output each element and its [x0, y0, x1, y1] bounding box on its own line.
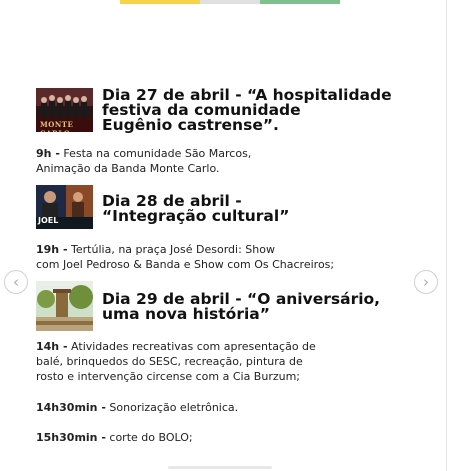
day-28-schedule: 19h - Tertúlia, na praça José Desordi: S…	[36, 243, 335, 271]
previous-slide-button[interactable]: ‹	[4, 270, 28, 294]
event-time: 9h -	[36, 147, 60, 160]
joel-pedroso-thumbnail: JOEL	[36, 185, 93, 229]
monte-carlo-band-thumbnail: MONTE CARLO	[36, 88, 93, 132]
event-time: 14h -	[36, 340, 68, 353]
day-29-activities: 14h - Atividades recreativas com apresen…	[36, 339, 316, 384]
activity-15h30: 15h30min - corte do BOLO;	[36, 431, 193, 444]
thumbnail-caption: MONTE CARLO	[40, 120, 74, 132]
chevron-left-icon: ‹	[13, 272, 19, 291]
town-square-thumbnail	[36, 281, 93, 331]
thumbnail-caption: JOEL	[38, 216, 59, 225]
day-29-title: Dia 29 de abril - “O aniversário, uma no…	[102, 290, 381, 323]
activity-14h30: 14h30min - Sonorização eletrônica.	[36, 401, 239, 414]
activity-14h: 14h - Atividades recreativas com apresen…	[36, 340, 316, 383]
event-time: 19h -	[36, 243, 68, 256]
day-28-title: Dia 28 de abril - “Integração cultural”	[102, 192, 290, 225]
chevron-right-icon: ›	[423, 272, 429, 291]
event-time: 15h30min -	[36, 431, 106, 444]
post-card: MONTE CARLO Dia 27 de abril - “A hospita…	[0, 0, 447, 471]
day-27-schedule: 9h - Festa na comunidade São Marcos, Ani…	[36, 147, 252, 175]
next-slide-button[interactable]: ›	[414, 270, 438, 294]
event-time: 14h30min -	[36, 401, 106, 414]
day-27-title: Dia 27 de abril - “A hospitalidade festi…	[102, 86, 392, 134]
scroll-indicator	[168, 466, 272, 469]
